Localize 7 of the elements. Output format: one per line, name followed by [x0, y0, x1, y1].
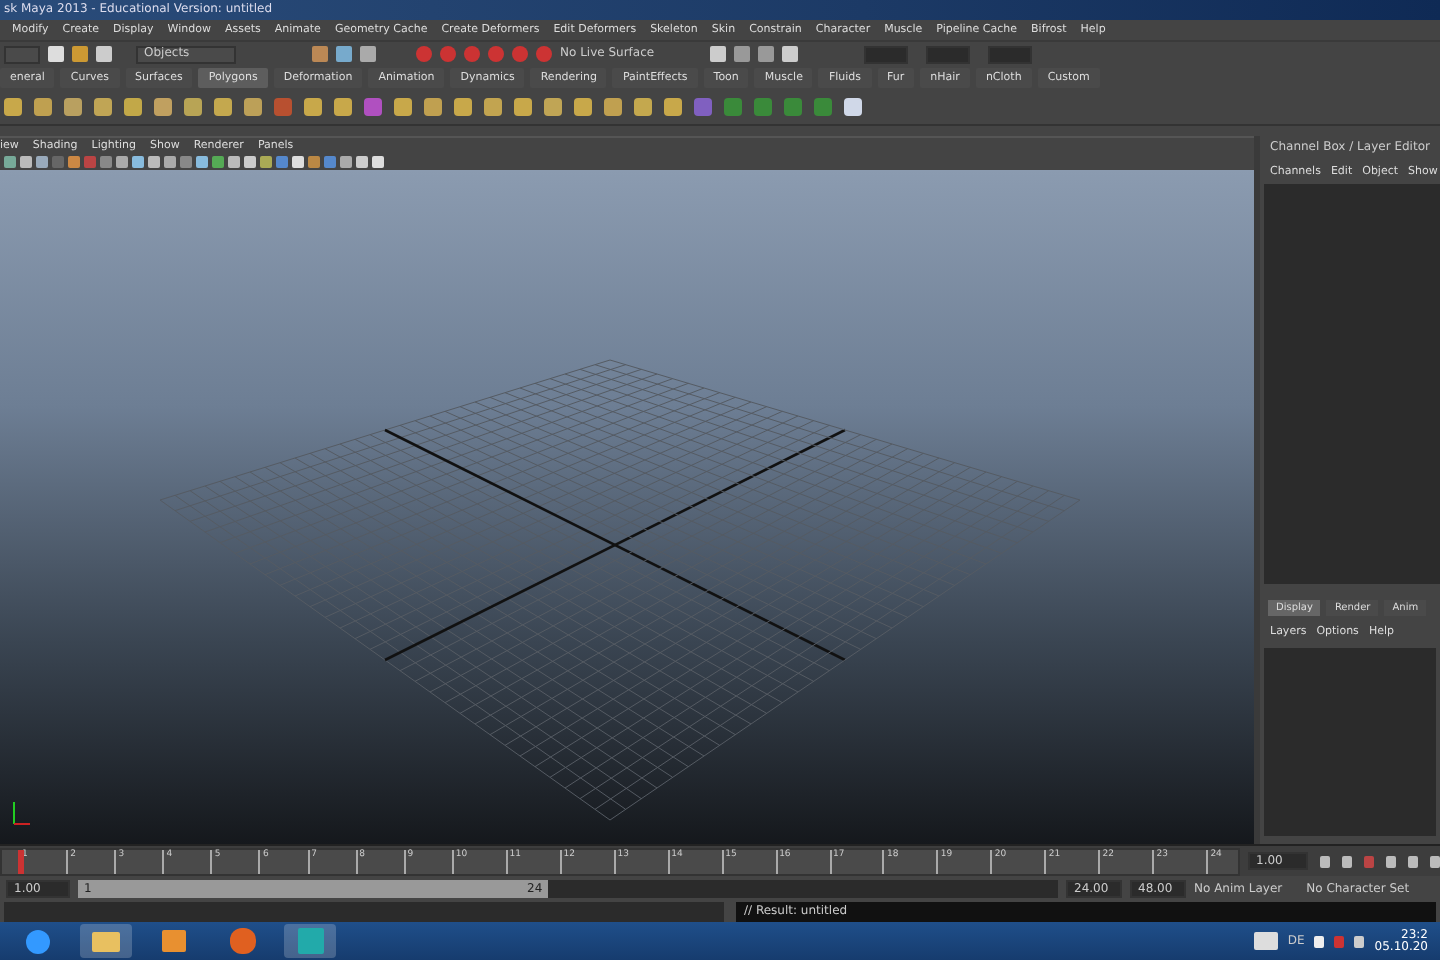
axis-icon: [8, 800, 32, 828]
playhead[interactable]: [18, 849, 24, 873]
viewport[interactable]: [0, 170, 1254, 844]
coordinate-field[interactable]: [926, 45, 971, 63]
coordinate-field[interactable]: [988, 45, 1033, 63]
coordinate-field[interactable]: [864, 45, 909, 63]
command-input[interactable]: [4, 902, 724, 922]
